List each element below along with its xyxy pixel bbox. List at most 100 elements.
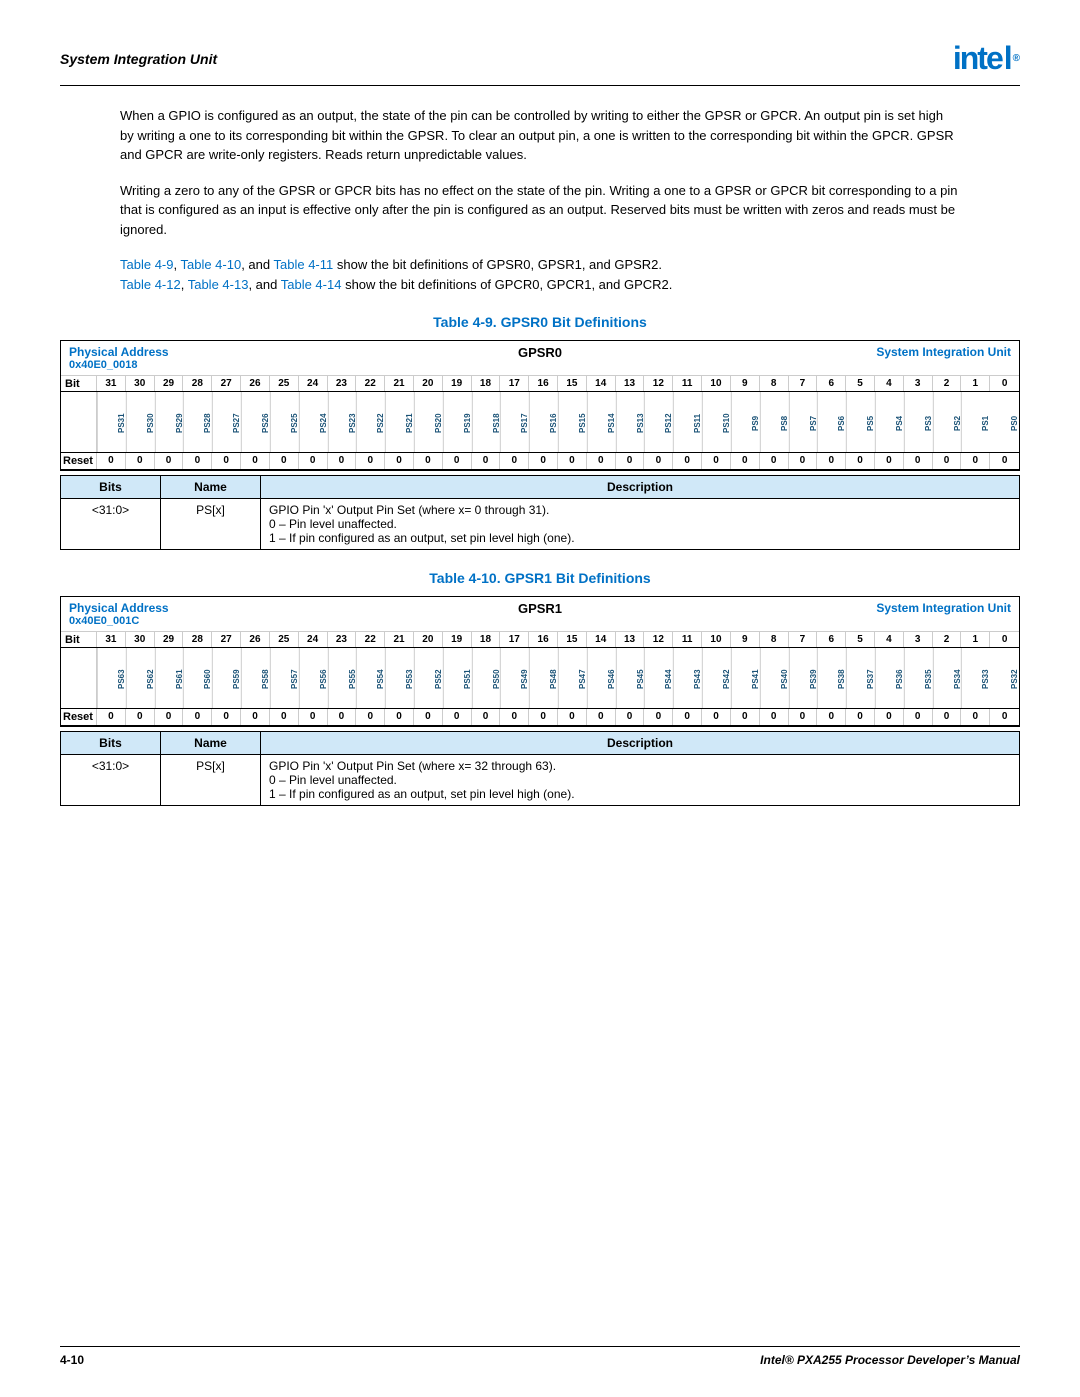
bit-number: 27	[212, 632, 241, 647]
bit-name-cell: PS11	[673, 392, 702, 452]
bit-number: 25	[270, 632, 299, 647]
table-10-reset-values: 00000000000000000000000000000000	[97, 709, 1019, 725]
bit-number: 23	[328, 376, 357, 391]
bit-number: 9	[731, 632, 760, 647]
bit-name-cell: PS51	[443, 648, 472, 708]
reference-lines: Table 4-9, Table 4-10, and Table 4-11 sh…	[120, 255, 960, 294]
bit-names-spacer-2	[61, 648, 97, 708]
ref-line2: Table 4-12, Table 4-13, and Table 4-14 s…	[120, 277, 672, 292]
bit-name-cell: PS49	[500, 648, 529, 708]
table-9-reset-row: Reset 00000000000000000000000000000000	[61, 453, 1019, 470]
reset-value: 0	[443, 709, 472, 725]
bit-name-cell: PS28	[183, 392, 212, 452]
bit-number: 31	[97, 376, 126, 391]
bit-number: 15	[558, 632, 587, 647]
desc-header-description: Description	[261, 476, 1020, 499]
bit-name-cell: PS4	[875, 392, 904, 452]
table-9-bit-names-row: PS31PS30PS29PS28PS27PS26PS25PS24PS23PS22…	[61, 392, 1019, 453]
bit-number: 18	[472, 632, 501, 647]
reset-value: 0	[385, 709, 414, 725]
bit-number: 20	[414, 376, 443, 391]
reset-value: 0	[356, 453, 385, 469]
physical-address-label-2: Physical Address	[69, 601, 372, 615]
bit-names-spacer	[61, 392, 97, 452]
desc-bits-2: <31:0>	[61, 755, 161, 806]
reset-value: 0	[212, 709, 241, 725]
body-paragraph-1: When a GPIO is configured as an output, …	[120, 106, 960, 165]
bit-number: 17	[500, 632, 529, 647]
table-4-12-link[interactable]: Table 4-12	[120, 277, 181, 292]
reset-value: 0	[472, 709, 501, 725]
bit-name-cell: PS45	[616, 648, 645, 708]
desc-header-name-2: Name	[161, 732, 261, 755]
table-10-unit: System Integration Unit	[700, 597, 1019, 631]
reset-value: 0	[558, 709, 587, 725]
reset-value: 0	[126, 709, 155, 725]
reset-value: 0	[616, 709, 645, 725]
table-9-reg-name: GPSR0	[380, 341, 699, 375]
bit-name-cell: PS61	[155, 648, 184, 708]
bit-number: 30	[126, 376, 155, 391]
bit-number: 11	[673, 376, 702, 391]
bit-name-cell: PS48	[529, 648, 558, 708]
table-4-11-link[interactable]: Table 4-11	[274, 257, 334, 272]
bit-number: 30	[126, 632, 155, 647]
table-4-10-link[interactable]: Table 4-10	[180, 257, 241, 272]
reset-value: 0	[97, 709, 126, 725]
reset-value: 0	[472, 453, 501, 469]
bit-number: 18	[472, 376, 501, 391]
reset-value: 0	[414, 709, 443, 725]
bit-name-cell: PS0	[990, 392, 1019, 452]
bit-name-cell: PS7	[789, 392, 818, 452]
bit-name-cell: PS40	[760, 648, 789, 708]
bit-name-cell: PS20	[414, 392, 443, 452]
reset-value: 0	[299, 453, 328, 469]
header-title: System Integration Unit	[60, 51, 217, 67]
bit-number: 29	[155, 632, 184, 647]
bit-number: 2	[933, 376, 962, 391]
bit-name-cell: PS55	[328, 648, 357, 708]
bit-number: 6	[817, 376, 846, 391]
bit-number: 5	[846, 632, 875, 647]
table-4-14-link[interactable]: Table 4-14	[281, 277, 342, 292]
reset-value: 0	[155, 453, 184, 469]
bit-number: 22	[356, 632, 385, 647]
desc-header-description-2: Description	[261, 732, 1020, 755]
reset-value: 0	[587, 709, 616, 725]
bit-name-cell: PS36	[875, 648, 904, 708]
bit-name-cell: PS26	[241, 392, 270, 452]
bit-name-cell: PS5	[846, 392, 875, 452]
bit-name-cell: PS56	[299, 648, 328, 708]
bit-number: 29	[155, 376, 184, 391]
bit-number: 14	[587, 376, 616, 391]
reset-value: 0	[587, 453, 616, 469]
bit-number: 8	[760, 376, 789, 391]
reset-value: 0	[529, 453, 558, 469]
bit-number: 19	[443, 376, 472, 391]
bit-name-cell: PS33	[961, 648, 990, 708]
bit-number: 9	[731, 376, 760, 391]
table-10-desc-table: Bits Name Description <31:0> PS[x] GPIO …	[60, 731, 1020, 806]
bit-name-cell: PS25	[270, 392, 299, 452]
bit-number: 24	[299, 376, 328, 391]
reset-value: 0	[356, 709, 385, 725]
bit-number: 4	[875, 632, 904, 647]
bit-name-cell: PS18	[472, 392, 501, 452]
table-9-bit-numbers-row: Bit 313029282726252423222120191817161514…	[61, 376, 1019, 392]
table-row: <31:0> PS[x] GPIO Pin 'x' Output Pin Set…	[61, 755, 1020, 806]
bit-number: 28	[183, 632, 212, 647]
bit-name-cell: PS15	[558, 392, 587, 452]
bit-name-cell: PS22	[356, 392, 385, 452]
body-paragraph-2: Writing a zero to any of the GPSR or GPC…	[120, 181, 960, 240]
bit-number: 7	[789, 376, 818, 391]
reset-value: 0	[673, 709, 702, 725]
reset-value: 0	[299, 709, 328, 725]
bit-number: 2	[933, 632, 962, 647]
bit-number: 13	[616, 632, 645, 647]
bit-number: 16	[529, 632, 558, 647]
table-9-section: Table 4-9. GPSR0 Bit Definitions Physica…	[60, 314, 1020, 550]
table-4-13-link[interactable]: Table 4-13	[188, 277, 249, 292]
table-10-title: Table 4-10. GPSR1 Bit Definitions	[60, 570, 1020, 586]
table-9-reg-wrapper: Physical Address 0x40E0_0018 GPSR0 Syste…	[60, 340, 1020, 471]
table-4-9-link[interactable]: Table 4-9	[120, 257, 173, 272]
